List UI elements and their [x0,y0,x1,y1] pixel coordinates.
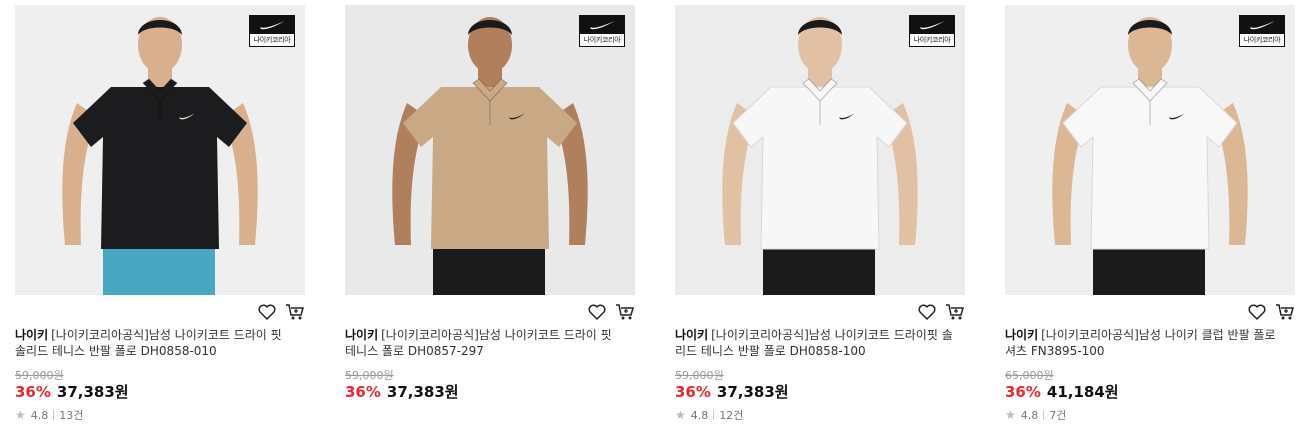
brand-name: 나이키 [675,328,709,342]
brand-name: 나이키 [345,328,379,342]
wishlist-heart-icon[interactable] [1247,302,1267,322]
product-image[interactable]: 나이키코리아 [1005,5,1295,295]
brand-badge: 나이키코리아 [1239,15,1285,47]
model-photo [1005,5,1295,295]
add-to-cart-icon[interactable] [615,302,635,322]
product-card[interactable]: 나이키코리아 나이키 [나이키코리아공식]남성 나이키코트 드라이 핏 테니스 폴… [345,5,635,401]
rating-value: 4.8 [1020,408,1039,422]
nike-swoosh-icon [260,21,285,30]
add-to-cart-icon[interactable] [285,302,305,322]
rating-value: 4.8 [690,408,709,422]
product-image[interactable]: 나이키코리아 [345,5,635,295]
product-actions [917,302,965,322]
product-image[interactable]: 나이키코리아 [675,5,965,295]
price-line: 36% 37,383원 [675,381,789,402]
product-actions [1247,302,1295,322]
product-name: [나이키코리아공식]남성 나이키코트 드라이 핏 솔리드 테니스 반팔 폴로 D… [15,328,282,358]
divider [713,410,715,420]
rating-row: ★ 4.8 7건 [1005,407,1066,423]
divider [1043,410,1045,420]
model-photo [345,5,635,295]
product-title[interactable]: 나이키 [나이키코리아공식]남성 나이키코트 드라이 핏 솔리드 테니스 반팔 폴… [15,327,295,359]
rating-row: ★ 4.8 13건 [15,407,83,423]
discount-rate: 36% [675,383,711,401]
wishlist-heart-icon[interactable] [917,302,937,322]
rating-row: ★ 4.8 12건 [675,407,743,423]
product-actions [587,302,635,322]
product-name: [나이키코리아공식]남성 나이키코트 드라이핏 솔리드 테니스 반팔 폴로 DH… [675,328,953,358]
sale-price: 37,383원 [716,383,789,401]
product-card[interactable]: 나이키코리아 나이키 [나이키코리아공식]남성 나이키 클럽 반팔 폴로 셔츠 F… [1005,5,1295,422]
add-to-cart-icon[interactable] [945,302,965,322]
brand-badge: 나이키코리아 [249,15,295,47]
product-grid: 나이키코리아 나이키 [나이키코리아공식]남성 나이키코트 드라이 핏 솔리드 테… [0,0,1305,434]
discount-rate: 36% [345,383,381,401]
model-photo [675,5,965,295]
price-line: 36% 41,184원 [1005,381,1119,402]
rating-value: 4.8 [30,408,49,422]
product-card[interactable]: 나이키코리아 나이키 [나이키코리아공식]남성 나이키코트 드라이 핏 솔리드 테… [15,5,305,422]
nike-swoosh-icon [590,21,615,30]
product-name: [나이키코리아공식]남성 나이키코트 드라이 핏 테니스 폴로 DH0857-2… [345,328,612,358]
sale-price: 41,184원 [1046,383,1119,401]
wishlist-heart-icon[interactable] [587,302,607,322]
divider [53,410,55,420]
wishlist-heart-icon[interactable] [257,302,277,322]
price-line: 36% 37,383원 [345,381,459,402]
review-count: 7건 [1049,409,1067,422]
nike-swoosh-icon [1250,21,1275,30]
discount-rate: 36% [1005,383,1041,401]
price-line: 36% 37,383원 [15,381,129,402]
product-name: [나이키코리아공식]남성 나이키 클럽 반팔 폴로 셔츠 FN3895-100 [1005,328,1276,358]
review-count: 12건 [719,409,744,422]
brand-name: 나이키 [15,328,49,342]
sale-price: 37,383원 [56,383,129,401]
product-image[interactable]: 나이키코리아 [15,5,305,295]
brand-badge: 나이키코리아 [579,15,625,47]
product-actions [257,302,305,322]
product-card[interactable]: 나이키코리아 나이키 [나이키코리아공식]남성 나이키코트 드라이핏 솔리드 테니… [675,5,965,422]
product-title[interactable]: 나이키 [나이키코리아공식]남성 나이키 클럽 반팔 폴로 셔츠 FN3895-1… [1005,327,1285,359]
discount-rate: 36% [15,383,51,401]
star-icon: ★ [1005,408,1016,422]
review-count: 13건 [59,409,84,422]
nike-swoosh-icon [920,21,945,30]
brand-badge: 나이키코리아 [909,15,955,47]
product-title[interactable]: 나이키 [나이키코리아공식]남성 나이키코트 드라이핏 솔리드 테니스 반팔 폴로… [675,327,955,359]
add-to-cart-icon[interactable] [1275,302,1295,322]
sale-price: 37,383원 [386,383,459,401]
model-photo [15,5,305,295]
star-icon: ★ [15,408,26,422]
star-icon: ★ [675,408,686,422]
brand-name: 나이키 [1005,328,1039,342]
product-title[interactable]: 나이키 [나이키코리아공식]남성 나이키코트 드라이 핏 테니스 폴로 DH085… [345,327,625,359]
